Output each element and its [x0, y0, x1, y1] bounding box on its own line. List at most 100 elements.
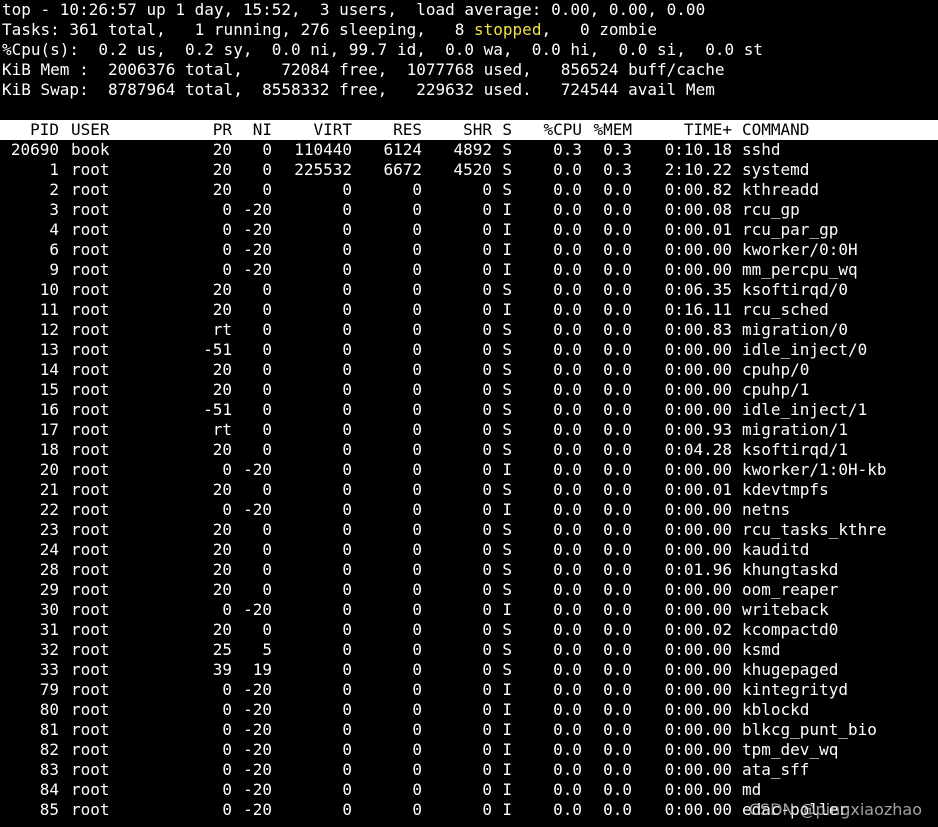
process-row[interactable]: 79 root 0 -20 0 0 0 I 0.0 0.0 0:00.00 kintegrityd: [2, 680, 938, 700]
cell-state: I: [502, 760, 512, 779]
process-row[interactable]: 81 root 0 -20 0 0 0 I 0.0 0.0 0:00.00 blkcg_punt_bi…: [2, 720, 938, 740]
cell-pr: 20: [212, 520, 232, 539]
cell-cpu: 0.0: [553, 560, 582, 579]
cell-ni: 0: [262, 380, 272, 399]
process-row[interactable]: 1 root 20 0 225532 6672 4520 S 0.0 0.3 2:10.22 syst…: [2, 160, 938, 180]
cell-shr: 0: [482, 660, 492, 679]
cell-state: S: [502, 160, 512, 179]
process-row[interactable]: 24 root 20 0 0 0 0 S 0.0 0.0 0:00.00 kauditd: [2, 540, 938, 560]
process-row[interactable]: 21 root 20 0 0 0 0 S 0.0 0.0 0:00.01 kdevtmpfs: [2, 480, 938, 500]
process-row[interactable]: 13 root -51 0 0 0 0 S 0.0 0.0 0:00.00 idle_inject/0: [2, 340, 938, 360]
process-row[interactable]: 80 root 0 -20 0 0 0 I 0.0 0.0 0:00.00 kblockd: [2, 700, 938, 720]
process-row[interactable]: 83 root 0 -20 0 0 0 I 0.0 0.0 0:00.00 ata_sff: [2, 760, 938, 780]
process-row[interactable]: 22 root 0 -20 0 0 0 I 0.0 0.0 0:00.00 netns: [2, 500, 938, 520]
process-row[interactable]: 20690 book 20 0 110440 6124 4892 S 0.3 0.3 0:10.18…: [2, 140, 938, 160]
cell-state: S: [502, 280, 512, 299]
process-row[interactable]: 14 root 20 0 0 0 0 S 0.0 0.0 0:00.00 cpuhp/0: [2, 360, 938, 380]
cell-pid: 81: [39, 720, 59, 739]
cell-user: root: [71, 240, 110, 259]
cell-command: ksoftirqd/1: [742, 440, 848, 459]
cell-pr: 0: [222, 260, 232, 279]
cell-pr: 25: [212, 640, 232, 659]
cell-virt: 0: [342, 700, 352, 719]
process-table-body[interactable]: 20690 book 20 0 110440 6124 4892 S 0.3 0.3 0:10.18…: [2, 140, 938, 820]
summary-tasks: Tasks: 361 total, 1 running, 276 sleepin…: [2, 20, 938, 40]
cell-ni: -20: [243, 740, 272, 759]
cell-command: rcu_gp: [742, 200, 800, 219]
cell-shr: 0: [482, 640, 492, 659]
process-row[interactable]: 15 root 20 0 0 0 0 S 0.0 0.0 0:00.00 cpuhp/1: [2, 380, 938, 400]
cell-res: 0: [412, 480, 422, 499]
cell-command: kblockd: [742, 700, 810, 719]
cell-pr: 20: [212, 160, 232, 179]
cell-time: 0:00.02: [664, 620, 732, 639]
cell-pid: 28: [39, 560, 59, 579]
cell-mem: 0.3: [603, 140, 632, 159]
cell-cpu: 0.0: [553, 520, 582, 539]
cell-pid: 23: [39, 520, 59, 539]
cell-time: 0:00.00: [664, 640, 732, 659]
cell-cpu: 0.0: [553, 640, 582, 659]
process-row[interactable]: 4 root 0 -20 0 0 0 I 0.0 0.0 0:00.01 rcu_par_gp: [2, 220, 938, 240]
cell-res: 0: [412, 400, 422, 419]
process-row[interactable]: 9 root 0 -20 0 0 0 I 0.0 0.0 0:00.00 mm_percpu_wq: [2, 260, 938, 280]
cell-cpu: 0.0: [553, 580, 582, 599]
process-row[interactable]: 18 root 20 0 0 0 0 S 0.0 0.0 0:04.28 ksoftirqd/1: [2, 440, 938, 460]
cell-state: S: [502, 660, 512, 679]
cell-res: 0: [412, 420, 422, 439]
cell-virt: 0: [342, 580, 352, 599]
cell-command: cpuhp/1: [742, 380, 810, 399]
cell-res: 0: [412, 800, 422, 819]
process-row[interactable]: 23 root 20 0 0 0 0 S 0.0 0.0 0:00.00 rcu_tasks_kthr…: [2, 520, 938, 540]
cell-shr: 0: [482, 540, 492, 559]
cell-virt: 0: [342, 380, 352, 399]
cell-state: I: [502, 720, 512, 739]
process-row[interactable]: 2 root 20 0 0 0 0 S 0.0 0.0 0:00.82 kthreadd: [2, 180, 938, 200]
cell-state: I: [502, 500, 512, 519]
process-row[interactable]: 12 root rt 0 0 0 0 S 0.0 0.0 0:00.83 migration/0: [2, 320, 938, 340]
cell-ni: -20: [243, 500, 272, 519]
process-row[interactable]: 3 root 0 -20 0 0 0 I 0.0 0.0 0:00.08 rcu_gp: [2, 200, 938, 220]
terminal-window[interactable]: top - 10:26:57 up 1 day, 15:52, 3 users,…: [0, 0, 938, 820]
cell-cpu: 0.0: [553, 720, 582, 739]
process-row[interactable]: 17 root rt 0 0 0 0 S 0.0 0.0 0:00.93 migration/1: [2, 420, 938, 440]
cell-ni: 0: [262, 180, 272, 199]
cell-time: 0:00.00: [664, 500, 732, 519]
cell-mem: 0.0: [603, 520, 632, 539]
cell-cpu: 0.0: [553, 220, 582, 239]
summary-mem: KiB Mem : 2006376 total, 72084 free, 107…: [2, 60, 725, 79]
cell-shr: 0: [482, 460, 492, 479]
cell-time: 0:00.00: [664, 720, 732, 739]
cell-time: 0:01.96: [664, 560, 732, 579]
cell-pr: 20: [212, 580, 232, 599]
process-row[interactable]: 20 root 0 -20 0 0 0 I 0.0 0.0 0:00.00 kworker/1:0H-…: [2, 460, 938, 480]
cell-cpu: 0.0: [553, 600, 582, 619]
cell-pid: 31: [39, 620, 59, 639]
cell-time: 0:00.00: [664, 260, 732, 279]
process-row[interactable]: 16 root -51 0 0 0 0 S 0.0 0.0 0:00.00 idle_inject/1: [2, 400, 938, 420]
process-row[interactable]: 6 root 0 -20 0 0 0 I 0.0 0.0 0:00.00 kworker/0:0H: [2, 240, 938, 260]
cell-state: I: [502, 600, 512, 619]
cell-shr: 0: [482, 220, 492, 239]
cell-time: 0:00.00: [664, 580, 732, 599]
cell-virt: 0: [342, 740, 352, 759]
process-row[interactable]: 32 root 25 5 0 0 0 S 0.0 0.0 0:00.00 ksmd: [2, 640, 938, 660]
cell-shr: 4520: [453, 160, 492, 179]
process-row[interactable]: 84 root 0 -20 0 0 0 I 0.0 0.0 0:00.00 md: [2, 780, 938, 800]
process-row[interactable]: 11 root 20 0 0 0 0 I 0.0 0.0 0:16.11 rcu_sched: [2, 300, 938, 320]
process-row[interactable]: 33 root 39 19 0 0 0 S 0.0 0.0 0:00.00 khugepaged: [2, 660, 938, 680]
cell-pr: 20: [212, 620, 232, 639]
cell-res: 0: [412, 340, 422, 359]
process-row[interactable]: 82 root 0 -20 0 0 0 I 0.0 0.0 0:00.00 tpm_dev_wq: [2, 740, 938, 760]
process-row[interactable]: 30 root 0 -20 0 0 0 I 0.0 0.0 0:00.00 writeback: [2, 600, 938, 620]
cell-shr: 0: [482, 280, 492, 299]
process-row[interactable]: 29 root 20 0 0 0 0 S 0.0 0.0 0:00.00 oom_reaper: [2, 580, 938, 600]
cell-user: root: [71, 560, 110, 579]
cell-res: 6124: [383, 140, 422, 159]
cell-user: root: [71, 340, 110, 359]
process-row[interactable]: 28 root 20 0 0 0 0 S 0.0 0.0 0:01.96 khungtaskd: [2, 560, 938, 580]
process-row[interactable]: 31 root 20 0 0 0 0 S 0.0 0.0 0:00.02 kcompactd0: [2, 620, 938, 640]
cell-virt: 110440: [294, 140, 352, 159]
process-row[interactable]: 10 root 20 0 0 0 0 S 0.0 0.0 0:06.35 ksoftirqd/0: [2, 280, 938, 300]
cell-res: 0: [412, 360, 422, 379]
